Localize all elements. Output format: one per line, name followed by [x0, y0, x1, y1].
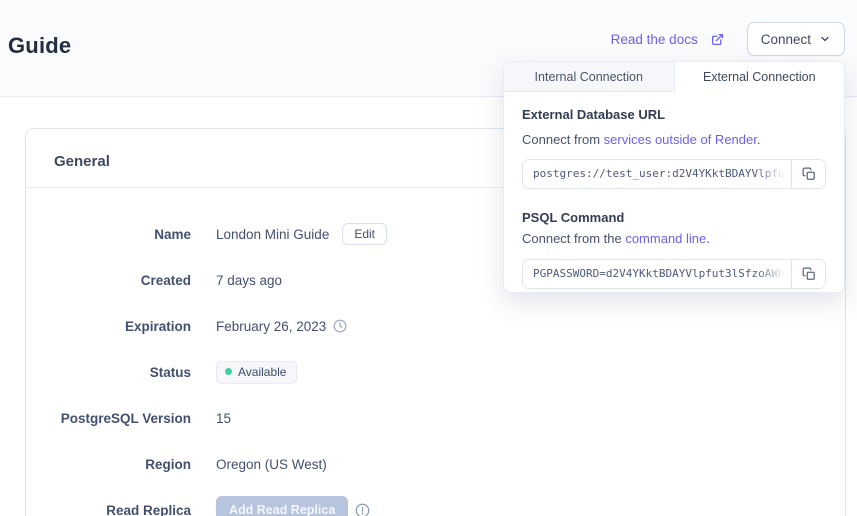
row-status: Status Available [26, 361, 845, 383]
row-expiration-value: February 26, 2023 [216, 319, 326, 334]
row-version-label: PostgreSQL Version [26, 411, 191, 426]
row-created-value: 7 days ago [216, 273, 282, 288]
info-icon [355, 503, 370, 516]
copy-psql-command-button[interactable] [791, 260, 825, 288]
row-created-label: Created [26, 273, 191, 288]
tab-internal-connection[interactable]: Internal Connection [504, 62, 675, 92]
external-database-url-desc: Connect from services outside of Render. [522, 132, 826, 147]
services-outside-render-link[interactable]: services outside of Render [604, 132, 757, 147]
row-read-replica: Read Replica Add Read Replica [26, 499, 845, 516]
row-expiration-label: Expiration [26, 319, 191, 334]
psql-command-value[interactable]: PGPASSWORD=d2V4YKktBDAYVlpfut3lSfzoAWhwb… [523, 260, 791, 288]
copy-external-url-button[interactable] [791, 160, 825, 188]
row-region: Region Oregon (US West) [26, 453, 845, 475]
desc-prefix: Connect from the [522, 231, 625, 246]
read-the-docs-label: Read the docs [611, 32, 698, 47]
psql-command-heading: PSQL Command [522, 210, 826, 225]
psql-command-desc: Connect from the command line. [522, 231, 826, 246]
header-actions: Read the docs Connect [611, 22, 845, 56]
external-database-url-field: postgres://test_user:d2V4YKktBDAYVlpfut3… [522, 159, 826, 189]
connect-popover-body: External Database URL Connect from servi… [504, 92, 844, 293]
psql-command-field: PGPASSWORD=d2V4YKktBDAYVlpfut3lSfzoAWhwb… [522, 259, 826, 289]
general-card-title: General [54, 153, 110, 170]
add-read-replica-button[interactable]: Add Read Replica [216, 496, 348, 516]
connect-popover: Internal Connection External Connection … [503, 61, 845, 293]
desc-suffix: . [757, 132, 761, 147]
status-dot-icon [225, 368, 232, 375]
desc-suffix: . [706, 231, 710, 246]
row-read-replica-label: Read Replica [26, 503, 191, 516]
connection-tabs: Internal Connection External Connection [504, 62, 844, 92]
connect-button-label: Connect [761, 32, 811, 47]
clock-icon [333, 319, 347, 333]
external-database-url-heading: External Database URL [522, 107, 826, 122]
command-line-link[interactable]: command line [625, 231, 706, 246]
row-name-value: London Mini Guide [216, 227, 329, 242]
external-link-icon [711, 33, 724, 46]
row-status-label: Status [26, 365, 191, 380]
external-database-url-value[interactable]: postgres://test_user:d2V4YKktBDAYVlpfut3… [523, 160, 791, 188]
row-postgresql-version: PostgreSQL Version 15 [26, 407, 845, 429]
copy-icon [802, 267, 816, 281]
row-name-label: Name [26, 227, 191, 242]
row-read-replica-value: Add Read Replica [216, 496, 370, 516]
read-the-docs-link[interactable]: Read the docs [611, 32, 724, 47]
row-region-label: Region [26, 457, 191, 472]
connect-button[interactable]: Connect [747, 22, 845, 56]
row-status-value: Available [216, 361, 297, 384]
desc-prefix: Connect from [522, 132, 604, 147]
page-title: Guide [8, 33, 71, 59]
row-expiration: Expiration February 26, 2023 [26, 315, 845, 337]
status-badge: Available [216, 361, 297, 384]
row-region-value: Oregon (US West) [216, 457, 327, 472]
edit-name-button[interactable]: Edit [342, 223, 387, 245]
row-version-value: 15 [216, 411, 231, 426]
tab-external-connection[interactable]: External Connection [675, 62, 845, 92]
copy-icon [802, 167, 816, 181]
status-badge-label: Available [238, 365, 286, 379]
chevron-down-icon [819, 33, 831, 45]
